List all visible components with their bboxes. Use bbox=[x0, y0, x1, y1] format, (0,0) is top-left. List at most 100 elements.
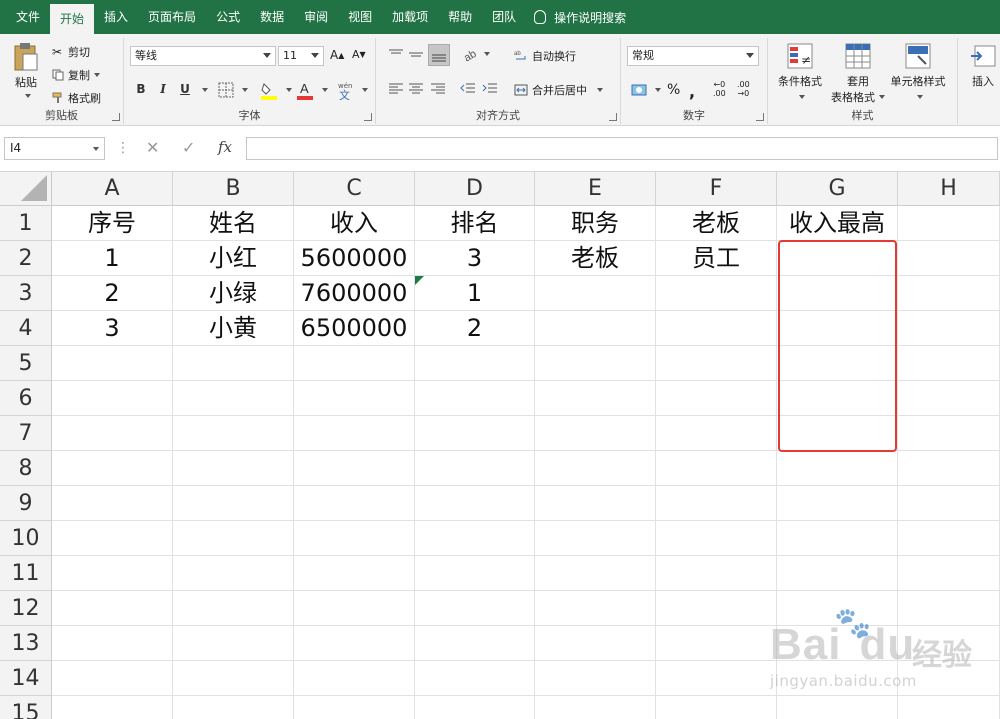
cell-g8[interactable] bbox=[777, 451, 898, 486]
cell-f14[interactable] bbox=[656, 661, 777, 696]
cell-g13[interactable] bbox=[777, 626, 898, 661]
cell-b5[interactable] bbox=[173, 346, 294, 381]
underline-button[interactable]: U bbox=[176, 82, 194, 96]
copy-button[interactable]: 复制 bbox=[52, 67, 100, 83]
cell-a5[interactable] bbox=[52, 346, 173, 381]
row-header-13[interactable]: 13 bbox=[0, 626, 52, 661]
cell-a8[interactable] bbox=[52, 451, 173, 486]
cell-f9[interactable] bbox=[656, 486, 777, 521]
align-center-icon[interactable] bbox=[408, 82, 424, 96]
cell-e11[interactable] bbox=[535, 556, 656, 591]
cell-b6[interactable] bbox=[173, 381, 294, 416]
cell-b14[interactable] bbox=[173, 661, 294, 696]
cell-d14[interactable] bbox=[415, 661, 535, 696]
cell-c6[interactable] bbox=[294, 381, 415, 416]
cell-d15[interactable] bbox=[415, 696, 535, 719]
paste-dropdown-icon[interactable] bbox=[25, 94, 31, 98]
cell-d6[interactable] bbox=[415, 381, 535, 416]
cell-d13[interactable] bbox=[415, 626, 535, 661]
cell-a7[interactable] bbox=[52, 416, 173, 451]
cell-a1[interactable]: 序号 bbox=[52, 206, 173, 241]
tab-file[interactable]: 文件 bbox=[6, 0, 50, 34]
tab-formulas[interactable]: 公式 bbox=[206, 0, 250, 34]
cell-h12[interactable] bbox=[898, 591, 1000, 626]
cell-e7[interactable] bbox=[535, 416, 656, 451]
cell-styles-button[interactable]: 单元格样式 bbox=[886, 42, 950, 99]
cell-f1[interactable]: 老板 bbox=[656, 206, 777, 241]
cell-g10[interactable] bbox=[777, 521, 898, 556]
tell-me-search[interactable]: 操作说明搜索 bbox=[526, 0, 634, 34]
cell-b7[interactable] bbox=[173, 416, 294, 451]
cell-f3[interactable] bbox=[656, 276, 777, 311]
row-header-4[interactable]: 4 bbox=[0, 311, 52, 346]
cell-e13[interactable] bbox=[535, 626, 656, 661]
percent-button[interactable]: % bbox=[667, 82, 680, 98]
cell-h13[interactable] bbox=[898, 626, 1000, 661]
row-header-11[interactable]: 11 bbox=[0, 556, 52, 591]
merge-center-button[interactable]: 合并后居中 bbox=[514, 82, 603, 98]
tab-help[interactable]: 帮助 bbox=[438, 0, 482, 34]
cell-b4[interactable]: 小黄 bbox=[173, 311, 294, 346]
number-launcher-icon[interactable] bbox=[756, 113, 764, 121]
cell-a10[interactable] bbox=[52, 521, 173, 556]
insert-cells-button[interactable]: 插入 bbox=[968, 42, 998, 89]
cell-h3[interactable] bbox=[898, 276, 1000, 311]
cell-d2[interactable]: 3 bbox=[415, 241, 535, 276]
number-format-select[interactable]: 常规 bbox=[627, 46, 759, 66]
cell-e5[interactable] bbox=[535, 346, 656, 381]
paste-button[interactable]: 粘贴 bbox=[8, 42, 44, 98]
tab-insert[interactable]: 插入 bbox=[94, 0, 138, 34]
cell-d3[interactable]: 1 bbox=[415, 276, 535, 311]
cell-g11[interactable] bbox=[777, 556, 898, 591]
cell-e1[interactable]: 职务 bbox=[535, 206, 656, 241]
tab-page-layout[interactable]: 页面布局 bbox=[138, 0, 206, 34]
cell-b13[interactable] bbox=[173, 626, 294, 661]
cell-a11[interactable] bbox=[52, 556, 173, 591]
increase-font-button[interactable]: A ▲ bbox=[330, 48, 344, 62]
align-right-icon[interactable] bbox=[430, 82, 446, 96]
cell-e15[interactable] bbox=[535, 696, 656, 719]
cell-c7[interactable] bbox=[294, 416, 415, 451]
tab-home[interactable]: 开始 bbox=[50, 4, 95, 34]
tab-team[interactable]: 团队 bbox=[482, 0, 526, 34]
cell-h2[interactable] bbox=[898, 241, 1000, 276]
cell-f8[interactable] bbox=[656, 451, 777, 486]
cell-h8[interactable] bbox=[898, 451, 1000, 486]
select-all-button[interactable] bbox=[0, 172, 52, 206]
column-header-a[interactable]: A bbox=[52, 172, 173, 206]
cut-button[interactable]: ✂ 剪切 bbox=[52, 44, 90, 60]
row-header-7[interactable]: 7 bbox=[0, 416, 52, 451]
cell-a6[interactable] bbox=[52, 381, 173, 416]
cell-c13[interactable] bbox=[294, 626, 415, 661]
cell-e14[interactable] bbox=[535, 661, 656, 696]
tab-review[interactable]: 审阅 bbox=[294, 0, 338, 34]
align-middle-icon[interactable] bbox=[408, 48, 424, 62]
cell-h9[interactable] bbox=[898, 486, 1000, 521]
increase-indent-icon[interactable] bbox=[482, 82, 498, 96]
row-header-5[interactable]: 5 bbox=[0, 346, 52, 381]
cell-h4[interactable] bbox=[898, 311, 1000, 346]
row-header-8[interactable]: 8 bbox=[0, 451, 52, 486]
cell-b8[interactable] bbox=[173, 451, 294, 486]
cell-g9[interactable] bbox=[777, 486, 898, 521]
cell-b12[interactable] bbox=[173, 591, 294, 626]
increase-decimal-button[interactable]: ←0.00 bbox=[713, 80, 726, 98]
cell-c11[interactable] bbox=[294, 556, 415, 591]
italic-button[interactable]: I bbox=[154, 82, 172, 96]
tab-view[interactable]: 视图 bbox=[338, 0, 382, 34]
column-header-d[interactable]: D bbox=[415, 172, 535, 206]
tab-data[interactable]: 数据 bbox=[250, 0, 294, 34]
cell-d11[interactable] bbox=[415, 556, 535, 591]
fill-color-icon[interactable] bbox=[260, 80, 278, 100]
wrap-text-button[interactable]: ab 自动换行 bbox=[514, 48, 576, 64]
phonetic-icon[interactable]: wén文 bbox=[336, 80, 354, 100]
column-header-g[interactable]: G bbox=[777, 172, 898, 206]
cell-c2[interactable]: 5600000 bbox=[294, 241, 415, 276]
cell-d10[interactable] bbox=[415, 521, 535, 556]
cell-a14[interactable] bbox=[52, 661, 173, 696]
insert-function-icon[interactable]: fx bbox=[218, 138, 232, 156]
fill-color-dropdown-icon[interactable] bbox=[286, 88, 292, 92]
cell-e3[interactable] bbox=[535, 276, 656, 311]
orientation-dropdown-icon[interactable] bbox=[484, 52, 490, 56]
cell-c4[interactable]: 6500000 bbox=[294, 311, 415, 346]
